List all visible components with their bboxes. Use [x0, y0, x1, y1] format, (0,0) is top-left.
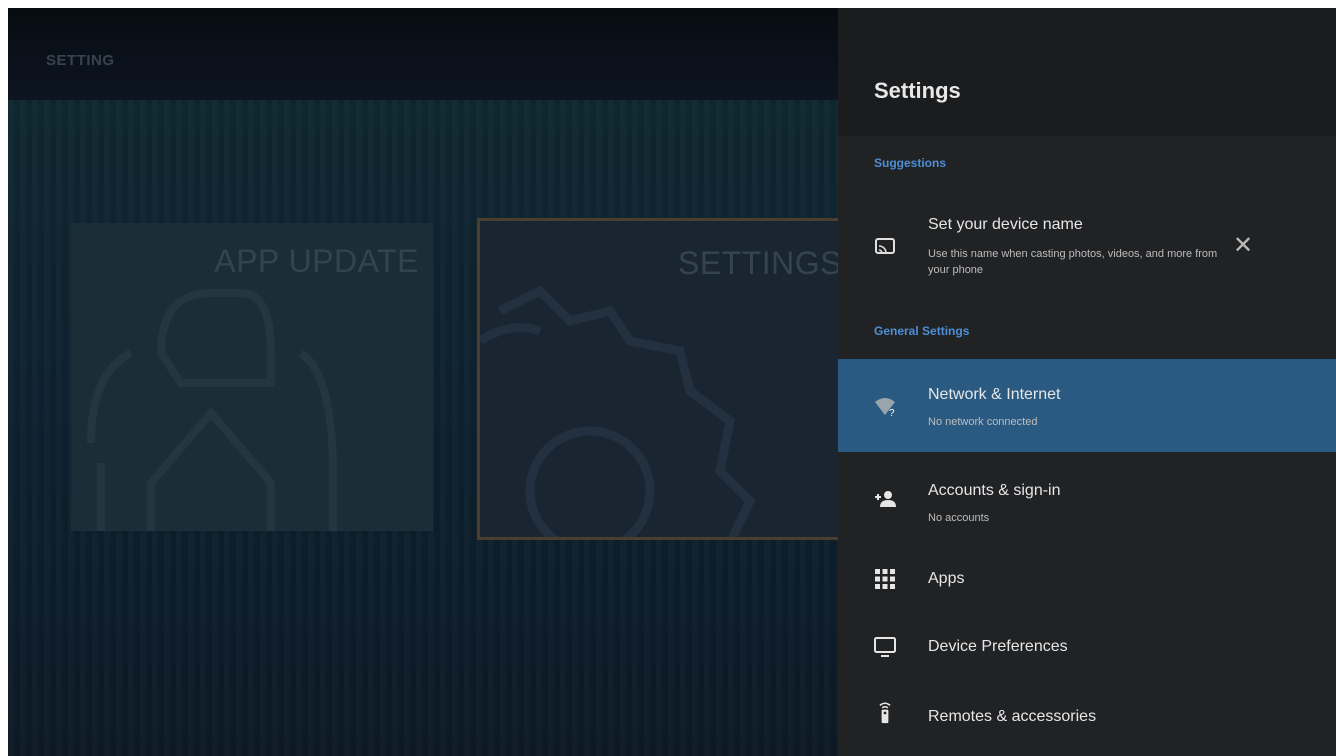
suggestions-header: Suggestions [874, 156, 947, 170]
app-title: SETTING [46, 52, 115, 69]
settings-item-remotes[interactable]: Remotes & accessories [838, 684, 1336, 748]
grid-icon [875, 569, 895, 589]
settings-tile[interactable]: SETTINGS [477, 218, 838, 540]
item-title: Accounts & sign-in [928, 482, 1061, 499]
remote-icon [879, 702, 891, 724]
settings-item-network[interactable]: ? Network & Internet No network connecte… [838, 359, 1336, 452]
close-icon[interactable]: ✕ [1233, 234, 1253, 258]
panel-header: Settings [838, 8, 1336, 136]
settings-panel: Settings Suggestions Set your device nam… [838, 8, 1336, 756]
tile-label: APP UPDATE [214, 243, 419, 279]
suggestion-device-name[interactable]: Set your device name Use this name when … [838, 208, 1336, 298]
wifi-question-icon: ? [875, 398, 895, 417]
item-subtitle: No network connected [928, 416, 1038, 428]
settings-item-accounts[interactable]: Accounts & sign-in No accounts [838, 452, 1336, 542]
general-settings-header: General Settings [874, 324, 970, 338]
svg-text:?: ? [889, 408, 895, 417]
suggestion-subtitle: Use this name when casting photos, video… [928, 248, 1218, 276]
panel-title: Settings [874, 78, 961, 103]
item-subtitle: No accounts [928, 512, 990, 524]
settings-item-device-preferences[interactable]: Device Preferences [838, 616, 1336, 680]
tv-screen: SETTING APP UPDATE SETTINGS Settings Sug… [8, 8, 1336, 756]
add-person-icon [875, 491, 896, 507]
suggestion-title: Set your device name [928, 216, 1083, 233]
item-title: Network & Internet [928, 386, 1061, 403]
app-header: SETTING [8, 8, 838, 100]
item-title: Device Preferences [928, 638, 1068, 655]
settings-item-apps[interactable]: Apps [838, 548, 1336, 612]
tv-icon [874, 637, 896, 657]
item-title: Apps [928, 570, 965, 587]
tile-label: SETTINGS [677, 245, 838, 281]
app-update-tile[interactable]: APP UPDATE [71, 223, 433, 531]
cast-icon [875, 238, 895, 254]
item-title: Remotes & accessories [928, 708, 1097, 725]
